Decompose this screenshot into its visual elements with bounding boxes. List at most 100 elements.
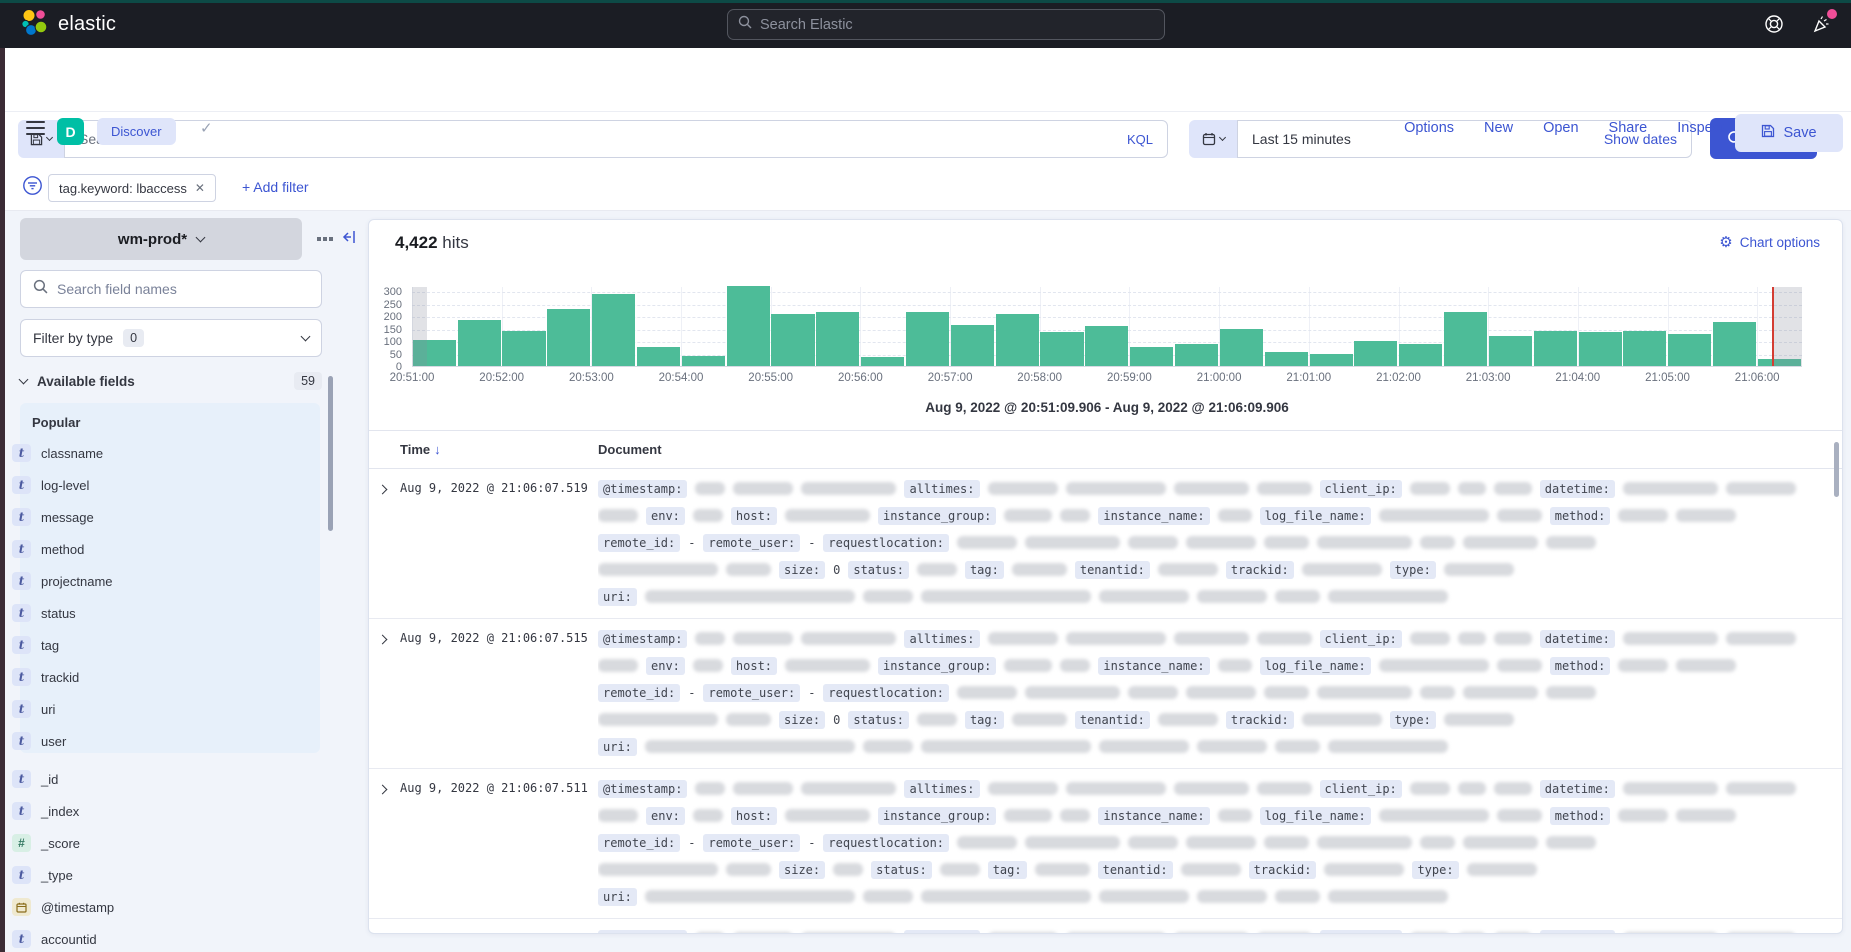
histogram-bar[interactable] — [592, 294, 635, 367]
histogram-bar[interactable] — [1085, 326, 1128, 366]
nav-link-share[interactable]: Share — [1609, 120, 1648, 136]
doc-field-value-redacted — [693, 509, 723, 522]
doc-field-value-redacted — [1420, 686, 1455, 699]
field-name: _id — [41, 772, 58, 787]
nav-link-inspect[interactable]: Inspect — [1677, 120, 1724, 136]
index-pattern-switcher[interactable]: wm-prod* — [20, 218, 302, 260]
field-item-uri[interactable]: turi — [0, 693, 300, 725]
x-axis-tick-label: 20:53:00 — [569, 372, 614, 384]
histogram-bar[interactable] — [1534, 331, 1577, 366]
histogram-bar[interactable] — [996, 314, 1039, 367]
add-filter-button[interactable]: + Add filter — [242, 179, 309, 195]
sidebar-scrollbar[interactable] — [328, 376, 333, 531]
field-item-message[interactable]: tmessage — [0, 501, 300, 533]
doc-field-value: - — [688, 536, 695, 550]
doc-field-value-redacted — [1099, 590, 1189, 603]
histogram-bar[interactable] — [1444, 312, 1487, 366]
doc-field-value-redacted — [1676, 659, 1736, 672]
field-item-@timestamp[interactable]: @timestamp — [0, 891, 300, 923]
histogram-bar[interactable] — [547, 309, 590, 367]
menu-hamburger-icon[interactable] — [26, 121, 45, 135]
field-item-_id[interactable]: t_id — [0, 763, 300, 795]
histogram-plot[interactable] — [412, 287, 1802, 367]
field-item-trackid[interactable]: ttrackid — [0, 661, 300, 693]
histogram-bar[interactable] — [1713, 322, 1756, 366]
filter-by-type-select[interactable]: Filter by type 0 — [20, 319, 322, 357]
sort-desc-icon[interactable]: ↓ — [434, 442, 441, 457]
row-timestamp: Aug 9, 2022 @ 21:06:07.515 — [400, 631, 588, 645]
histogram-bar[interactable] — [771, 314, 814, 367]
doc-field-value-redacted — [801, 632, 896, 645]
histogram-bar[interactable] — [1399, 344, 1442, 366]
expand-row-icon[interactable] — [378, 635, 388, 645]
collapse-sidebar-icon[interactable] — [341, 229, 357, 250]
field-item-classname[interactable]: tclassname — [0, 437, 300, 469]
filter-pill[interactable]: tag.keyword: lbaccess ✕ — [48, 174, 216, 202]
histogram-bar[interactable] — [816, 312, 859, 366]
doc-field-value-redacted — [1099, 740, 1189, 753]
histogram-bar[interactable] — [1175, 344, 1218, 367]
help-icon[interactable] — [1763, 13, 1785, 35]
breadcrumb[interactable]: Discover — [97, 118, 176, 145]
doc-field-value-redacted — [785, 659, 870, 672]
nav-link-open[interactable]: Open — [1543, 120, 1578, 136]
quick-select-date-button[interactable] — [1189, 120, 1237, 158]
histogram-bar[interactable] — [1130, 347, 1173, 366]
nav-link-options[interactable]: Options — [1404, 120, 1454, 136]
doc-field-value: - — [808, 836, 815, 850]
breadcrumb-check-icon[interactable]: ✓ — [200, 119, 213, 137]
histogram-bar[interactable] — [458, 320, 501, 366]
field-item-status[interactable]: tstatus — [0, 597, 300, 629]
table-scrollbar[interactable] — [1834, 442, 1839, 497]
histogram-bar[interactable] — [951, 325, 994, 366]
histogram-bar[interactable] — [906, 312, 949, 366]
histogram-bar[interactable] — [1668, 334, 1711, 367]
histogram-bar[interactable] — [682, 356, 725, 366]
global-search-input[interactable] — [760, 17, 1154, 33]
histogram-bar[interactable] — [1354, 341, 1397, 366]
field-item-accountid[interactable]: taccountid — [0, 923, 300, 952]
save-button[interactable]: Save — [1735, 114, 1843, 152]
available-fields-header[interactable]: Available fields 59 — [20, 369, 322, 393]
time-column-header[interactable]: Time↓ — [400, 442, 441, 457]
elastic-brand[interactable]: elastic — [20, 8, 116, 41]
histogram-bar[interactable] — [1579, 332, 1622, 366]
text-type-icon: t — [12, 476, 31, 494]
histogram-bar[interactable] — [502, 331, 545, 366]
field-item-_score[interactable]: #_score — [0, 827, 300, 859]
field-item-_index[interactable]: t_index — [0, 795, 300, 827]
date-type-icon — [12, 898, 31, 916]
doc-field-value-redacted — [1275, 590, 1320, 603]
document-line: @timestamp:alltimes:client_ip:datetime: — [598, 475, 1830, 502]
field-item-method[interactable]: tmethod — [0, 533, 300, 565]
query-input[interactable] — [79, 131, 1117, 147]
news-feed-icon[interactable] — [1811, 13, 1833, 35]
histogram-bar[interactable] — [637, 347, 680, 366]
field-item-user[interactable]: tuser — [0, 725, 300, 757]
histogram-bar[interactable] — [727, 286, 770, 366]
histogram-bar[interactable] — [1489, 336, 1532, 366]
search-icon — [33, 279, 48, 299]
expand-row-icon[interactable] — [378, 485, 388, 495]
doc-field-value-redacted — [1197, 890, 1267, 903]
histogram-bar[interactable] — [1220, 329, 1263, 367]
remove-filter-icon[interactable]: ✕ — [195, 181, 205, 195]
field-item-tag[interactable]: ttag — [0, 629, 300, 661]
field-item-projectname[interactable]: tprojectname — [0, 565, 300, 597]
global-search[interactable] — [727, 9, 1165, 40]
query-language-button[interactable]: KQL — [1127, 132, 1153, 147]
histogram-bar[interactable] — [1310, 354, 1353, 367]
histogram-bar[interactable] — [861, 357, 904, 366]
chart-options-button[interactable]: ⚙ Chart options — [1719, 235, 1820, 250]
histogram-bar[interactable] — [1265, 352, 1308, 366]
field-settings-icon[interactable] — [317, 237, 333, 241]
doc-field-label: remote_user: — [703, 534, 800, 552]
field-item-log-level[interactable]: tlog-level — [0, 469, 300, 501]
histogram-bar[interactable] — [1040, 332, 1083, 366]
field-item-_type[interactable]: t_type — [0, 859, 300, 891]
filter-menu-icon[interactable] — [22, 175, 43, 201]
expand-row-icon[interactable] — [378, 785, 388, 795]
histogram-bar[interactable] — [1623, 331, 1666, 366]
field-search-input[interactable] — [57, 281, 309, 297]
nav-link-new[interactable]: New — [1484, 120, 1513, 136]
